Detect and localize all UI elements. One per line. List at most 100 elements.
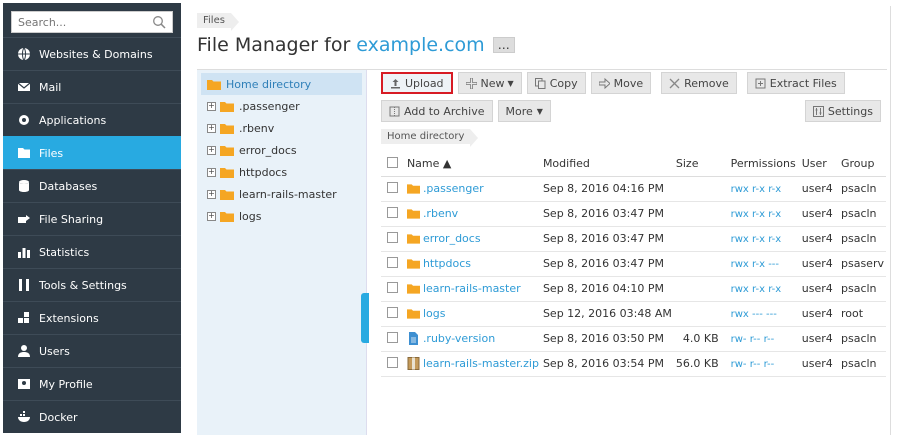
sidebar-item-tools-settings[interactable]: Tools & Settings	[3, 268, 181, 301]
profile-icon	[17, 377, 31, 391]
table-row[interactable]: learn-rails-master Sep 8, 2016 04:10 PM rw…	[381, 276, 886, 302]
row-checkbox[interactable]	[387, 256, 398, 268]
permissions-link[interactable]: rwx r-x r-x	[731, 184, 782, 195]
table-row[interactable]: .passenger Sep 8, 2016 04:16 PM rwx r-x r-…	[381, 176, 886, 202]
settings-label: Settings	[827, 104, 873, 118]
path-breadcrumb: Home directory	[381, 128, 886, 147]
extract-files-button[interactable]: Extract Files	[746, 72, 845, 94]
group-cell: psacln	[839, 351, 886, 377]
file-name-link[interactable]: .rbenv	[423, 207, 458, 220]
copy-button[interactable]: Copy	[526, 72, 586, 94]
file-name-link[interactable]: learn-rails-master.zip	[423, 357, 539, 370]
expand-icon[interactable]: +	[207, 101, 216, 111]
file-name-link[interactable]: .ruby-version	[423, 332, 495, 345]
folder-icon	[220, 211, 234, 222]
search-icon[interactable]	[152, 15, 166, 29]
row-checkbox[interactable]	[387, 206, 398, 218]
bar-chart-icon	[17, 245, 31, 259]
breadcrumb: Files	[197, 11, 239, 31]
sidebar-item-applications[interactable]: Applications	[3, 103, 181, 136]
table-row[interactable]: .ruby-version Sep 8, 2016 03:50 PM 4.0 KB r…	[381, 326, 886, 352]
table-row[interactable]: learn-rails-master.zip Sep 8, 2016 03:54 …	[381, 351, 886, 377]
expand-icon[interactable]: +	[207, 123, 216, 133]
tree-item[interactable]: + .passenger	[197, 95, 366, 117]
remove-button[interactable]: Remove	[661, 72, 737, 94]
table-row[interactable]: httpdocs Sep 8, 2016 03:47 PM rwx r-x --- u…	[381, 251, 886, 277]
more-button[interactable]: More ▼	[497, 100, 551, 122]
collapse-tree-handle[interactable]	[361, 293, 369, 343]
permissions-link[interactable]: rwx r-x r-x	[731, 284, 782, 295]
tree-root-home[interactable]: Home directory	[201, 73, 362, 95]
search-box[interactable]	[11, 11, 173, 33]
sidebar-item-websites-domains[interactable]: Websites & Domains	[3, 37, 181, 70]
expand-icon[interactable]: +	[207, 211, 216, 221]
permissions-link[interactable]: rwx --- ---	[731, 309, 777, 320]
file-name-link[interactable]: .passenger	[423, 182, 484, 195]
settings-icon	[812, 105, 824, 117]
file-icon	[408, 332, 418, 345]
column-group[interactable]: Group	[839, 152, 886, 177]
move-button[interactable]: Move	[590, 72, 652, 94]
column-permissions[interactable]: Permissions	[728, 152, 800, 177]
sidebar-item-files[interactable]: Files	[3, 136, 181, 169]
size-cell	[673, 226, 729, 252]
table-row[interactable]: .rbenv Sep 8, 2016 03:47 PM rwx r-x r-x use…	[381, 201, 886, 227]
column-name[interactable]: Name ▲	[404, 152, 541, 177]
sidebar-item-my-profile[interactable]: My Profile	[3, 367, 181, 400]
sidebar-item-users[interactable]: Users	[3, 334, 181, 367]
sidebar-item-extensions[interactable]: Extensions	[3, 301, 181, 334]
permissions-link[interactable]: rwx r-x r-x	[731, 234, 782, 245]
new-button[interactable]: New ▼	[457, 72, 522, 94]
upload-button[interactable]: Upload	[381, 72, 453, 94]
tree-item[interactable]: + .rbenv	[197, 117, 366, 139]
permissions-link[interactable]: rwx r-x ---	[731, 259, 779, 270]
settings-button[interactable]: Settings	[804, 100, 881, 122]
tree-item[interactable]: + learn-rails-master	[197, 183, 366, 205]
table-row[interactable]: error_docs Sep 8, 2016 03:47 PM rwx r-x r-…	[381, 226, 886, 252]
sidebar-item-label: Docker	[39, 410, 78, 424]
file-name-link[interactable]: error_docs	[423, 232, 481, 245]
row-checkbox[interactable]	[387, 281, 398, 293]
modified-cell: Sep 8, 2016 03:54 PM	[540, 351, 674, 377]
more-actions-button[interactable]: …	[492, 37, 515, 53]
toolbar: Upload New ▼ Copy Move Remove Extract Fi…	[381, 72, 886, 94]
sidebar-item-file-sharing[interactable]: File Sharing	[3, 202, 181, 235]
sidebar-item-statistics[interactable]: Statistics	[3, 235, 181, 268]
file-name-link[interactable]: learn-rails-master	[423, 282, 521, 295]
expand-icon[interactable]: +	[207, 167, 216, 177]
breadcrumb-files[interactable]: Files	[197, 12, 239, 31]
add-to-archive-button[interactable]: Add to Archive	[381, 100, 493, 122]
permissions-link[interactable]: rw- r-- r--	[731, 334, 775, 345]
table-row[interactable]: logs Sep 12, 2016 03:48 AM rwx --- --- user…	[381, 301, 886, 327]
row-checkbox[interactable]	[387, 231, 398, 243]
group-cell: psaserv	[839, 251, 886, 277]
folder-icon	[207, 79, 221, 90]
tree-item[interactable]: + logs	[197, 205, 366, 227]
domain-link[interactable]: example.com	[356, 34, 484, 56]
row-checkbox[interactable]	[387, 181, 398, 193]
select-all-checkbox[interactable]	[387, 156, 398, 168]
column-size[interactable]: Size	[673, 152, 729, 177]
sidebar-item-mail[interactable]: Mail	[3, 70, 181, 103]
sidebar-item-docker[interactable]: Docker	[3, 400, 181, 433]
path-home-directory[interactable]: Home directory	[381, 129, 479, 147]
expand-icon[interactable]: +	[207, 189, 216, 199]
column-modified[interactable]: Modified	[540, 152, 674, 177]
sidebar-item-databases[interactable]: Databases	[3, 169, 181, 202]
folder-icon	[406, 309, 420, 319]
tree-item[interactable]: + httpdocs	[197, 161, 366, 183]
folder-icon	[406, 259, 420, 269]
column-user[interactable]: User	[799, 152, 839, 177]
row-checkbox[interactable]	[387, 356, 398, 368]
file-name-link[interactable]: httpdocs	[423, 257, 471, 270]
row-checkbox[interactable]	[387, 306, 398, 318]
tree-item[interactable]: + error_docs	[197, 139, 366, 161]
new-label: New	[480, 76, 505, 90]
row-checkbox[interactable]	[387, 331, 398, 343]
folder-icon	[406, 209, 420, 219]
file-name-link[interactable]: logs	[423, 307, 446, 320]
expand-icon[interactable]: +	[207, 145, 216, 155]
permissions-link[interactable]: rwx r-x r-x	[731, 209, 782, 220]
search-input[interactable]	[12, 12, 152, 32]
permissions-link[interactable]: rw- r-- r--	[731, 359, 775, 370]
